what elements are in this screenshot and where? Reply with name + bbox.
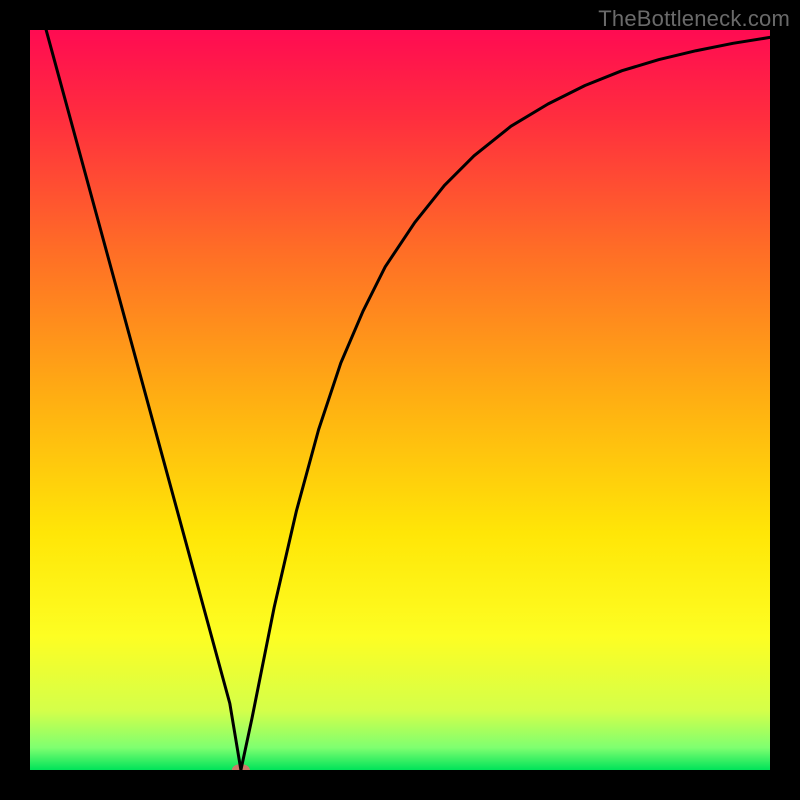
watermark-label: TheBottleneck.com (598, 6, 790, 32)
chart-background (30, 30, 770, 770)
chart-svg (30, 30, 770, 770)
bottleneck-chart (30, 30, 770, 770)
